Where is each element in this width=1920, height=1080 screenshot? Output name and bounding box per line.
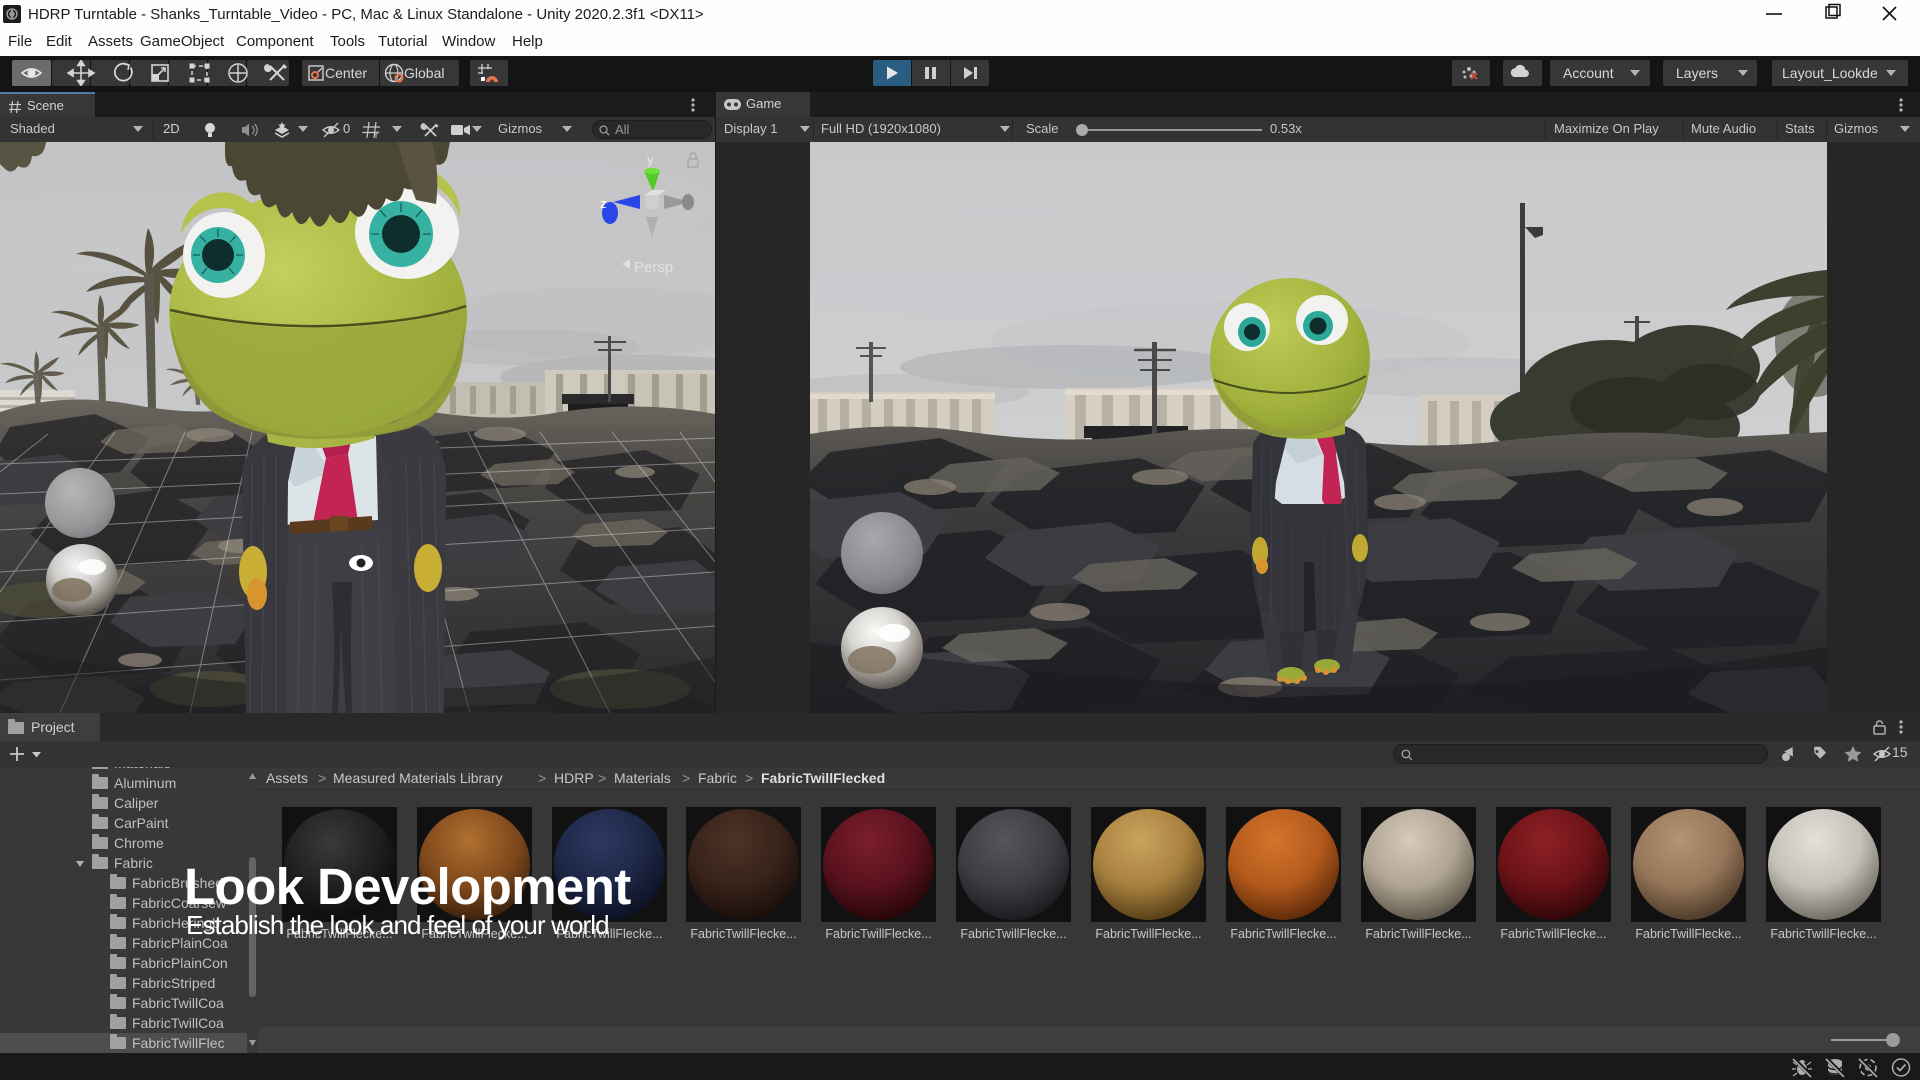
svg-text:z: z [600, 196, 607, 211]
svg-text:y: y [647, 152, 654, 167]
svg-text:Y: Y [373, 130, 379, 140]
svg-text:Persp: Persp [634, 259, 673, 276]
